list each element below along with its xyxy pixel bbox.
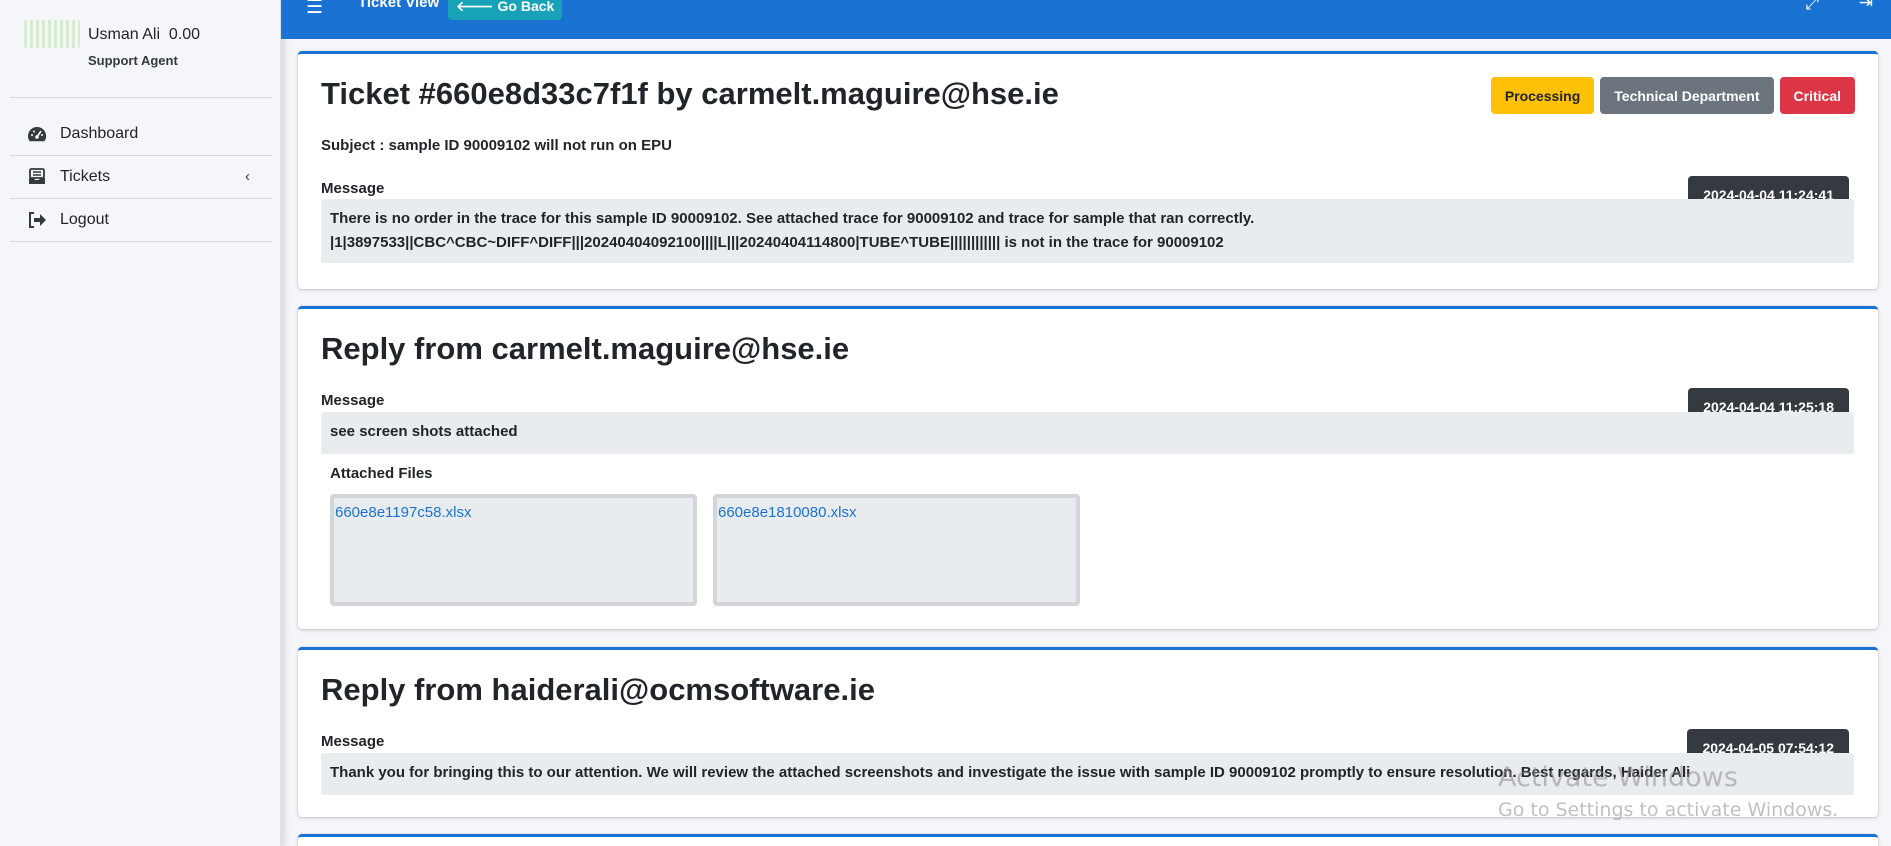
ticket-card: Ticket #660e8d33c7f1f by carmelt.maguire… — [298, 51, 1878, 289]
attached-files-label: Attached Files — [330, 465, 433, 482]
dashboard-gauge-icon — [26, 124, 48, 144]
user-name-balance: Usman Ali 0.00 — [88, 26, 200, 44]
sidebar-item-label: Logout — [60, 211, 109, 228]
menu-icon[interactable]: ☰ — [306, 0, 323, 19]
message-body: see screen shots attached — [321, 412, 1854, 454]
sidebar: Usman Ali 0.00 Support Agent Dashboard T… — [0, 0, 281, 846]
attachment-card[interactable]: 660e8e1810080.xlsx — [713, 494, 1080, 606]
message-line: There is no order in the trace for this … — [330, 210, 1255, 227]
message-label: Message — [321, 180, 385, 197]
message-body: There is no order in the trace for this … — [321, 199, 1854, 263]
attachment-card[interactable]: 660e8e1197c58.xlsx — [330, 494, 697, 606]
go-back-button[interactable]: 🡐 Go Back — [448, 0, 563, 20]
arrow-left-icon: 🡐 — [456, 0, 494, 14]
logout-icon[interactable]: ⇥ — [1859, 0, 1873, 13]
reply-card: Reply from carmelt.maguire@hse.ie Messag… — [298, 306, 1878, 629]
sidebar-item-logout[interactable]: Logout — [10, 199, 272, 242]
sidebar-item-dashboard[interactable]: Dashboard — [10, 113, 272, 156]
chevron-left-icon[interactable]: ‹ — [245, 168, 250, 185]
sidebar-nav: Dashboard Tickets ‹ Logout — [10, 113, 272, 242]
watermark-subtitle: Go to Settings to activate Windows. — [1498, 799, 1839, 821]
sidebar-item-label: Tickets — [60, 168, 111, 185]
user-name: Usman Ali — [88, 26, 161, 43]
ticket-badges: Processing Technical Department Critical — [1490, 77, 1855, 114]
sidebar-item-tickets[interactable]: Tickets ‹ — [10, 156, 272, 199]
user-panel: Usman Ali 0.00 Support Agent — [10, 14, 272, 98]
avatar[interactable] — [24, 20, 80, 48]
logout-icon — [26, 210, 48, 230]
page-title: Ticket View — [358, 0, 440, 11]
user-role: Support Agent — [88, 53, 178, 68]
reply-title: Reply from carmelt.maguire@hse.ie — [321, 331, 850, 366]
message-label: Message — [321, 392, 385, 409]
sidebar-item-label: Dashboard — [60, 125, 139, 142]
reply-title: Reply from haiderali@ocmsoftware.ie — [321, 672, 875, 707]
activation-watermark: Activate Windows Go to Settings to activ… — [1498, 762, 1838, 821]
message-label: Message — [321, 733, 385, 750]
message-line: |1|3897533||CBC^CBC~DIFF^DIFF|||20240404… — [330, 234, 1224, 251]
reply-card-partial — [298, 834, 1878, 846]
user-balance: 0.00 — [168, 26, 201, 43]
ticket-inbox-icon — [26, 167, 48, 187]
status-badge: Processing — [1490, 77, 1595, 114]
go-back-label: Go Back — [497, 0, 555, 14]
top-navbar: ☰ Ticket View 🡐 Go Back ⤢ ⇥ — [281, 0, 1891, 39]
ticket-subject: Subject : sample ID 90009102 will not ru… — [321, 137, 672, 154]
department-badge: Technical Department — [1600, 77, 1774, 114]
watermark-title: Activate Windows — [1498, 762, 1738, 793]
ticket-title: Ticket #660e8d33c7f1f by carmelt.maguire… — [321, 76, 1059, 111]
attachment-link[interactable]: 660e8e1197c58.xlsx — [335, 504, 472, 521]
fullscreen-icon[interactable]: ⤢ — [1805, 0, 1819, 14]
attachment-link[interactable]: 660e8e1810080.xlsx — [718, 504, 856, 521]
priority-badge: Critical — [1779, 77, 1855, 114]
